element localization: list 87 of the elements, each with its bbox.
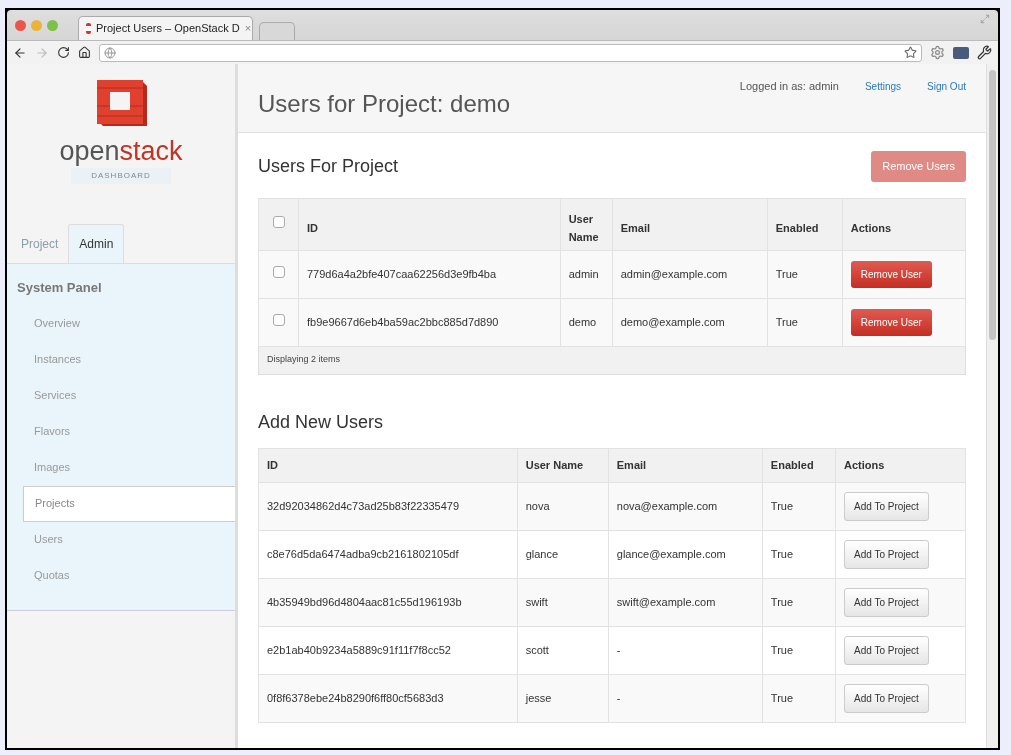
table-cell: demo@example.com <box>612 298 768 346</box>
sidebar-item[interactable]: Projects <box>23 485 235 522</box>
remove-user-button[interactable]: Remove User <box>850 260 932 288</box>
header-link[interactable]: Sign Out <box>927 78 966 94</box>
add-to-project-button[interactable]: Add To Project <box>844 587 929 617</box>
table-cell: - <box>608 674 763 722</box>
table-cell: True <box>762 674 836 722</box>
sidebar-item[interactable]: Instances <box>7 341 235 378</box>
table-cell: True <box>762 578 836 626</box>
tab-close-button[interactable]: × <box>244 20 252 37</box>
add-to-project-button[interactable]: Add To Project <box>844 491 929 521</box>
forward-icon[interactable] <box>35 45 49 60</box>
favicon-icon <box>86 23 91 34</box>
table-cell: swift@example.com <box>608 578 763 626</box>
table-cell: True <box>762 482 836 530</box>
sidebar-tab[interactable]: Admin <box>68 224 125 263</box>
section-title: Users For Project <box>258 154 399 178</box>
star-icon[interactable] <box>904 46 917 59</box>
add-to-project-button[interactable]: Add To Project <box>844 635 929 665</box>
logged-in-label: Logged in as: admin <box>739 79 839 94</box>
sidebar-item[interactable]: Users <box>7 521 235 558</box>
table-cell: nova@example.com <box>608 482 763 530</box>
remove-user-button[interactable]: Remove User <box>850 308 932 336</box>
table-cell: jesse <box>517 674 609 722</box>
sidebar-item[interactable]: Overview <box>7 305 235 342</box>
table-cell: swift <box>517 578 609 626</box>
table-cell: admin <box>560 250 613 298</box>
header-link[interactable]: Settings <box>864 78 902 94</box>
column-header: Enabled <box>762 448 836 482</box>
table-cell: admin@example.com <box>612 250 768 298</box>
column-header: Email <box>608 448 763 482</box>
reload-icon[interactable] <box>57 46 70 59</box>
page-title: Users for Project: demo <box>258 89 511 119</box>
checkbox[interactable] <box>272 313 285 326</box>
panel-title: System Panel <box>16 279 103 297</box>
table-cell: c8e76d5da6474adba9cb2161802105df <box>258 530 518 578</box>
sidebar-tab[interactable]: Project <box>11 225 69 263</box>
minimize-window-button[interactable] <box>31 19 42 31</box>
logo-subtitle: DASHBOARD <box>71 168 171 184</box>
add-to-project-button[interactable]: Add To Project <box>844 683 929 713</box>
zoom-window-button[interactable] <box>47 19 58 31</box>
sidebar-item[interactable]: Quotas <box>7 557 235 594</box>
table-cell: nova <box>517 482 609 530</box>
column-header: User Name <box>517 448 609 482</box>
sidebar-item[interactable]: Flavors <box>7 413 235 450</box>
table-footer: Displaying 2 items <box>258 346 966 374</box>
table-cell: glance@example.com <box>608 530 763 578</box>
close-window-button[interactable] <box>15 19 26 31</box>
sidebar-item[interactable]: Images <box>7 449 235 486</box>
home-icon[interactable] <box>78 46 91 59</box>
add-to-project-button[interactable]: Add To Project <box>844 539 929 569</box>
table-cell: fb9e9667d6eb4ba59ac2bbc885d7d890 <box>298 298 561 346</box>
column-header: ID <box>298 198 561 250</box>
wrench-icon[interactable] <box>977 45 992 60</box>
column-header: User Name <box>560 198 613 250</box>
column-header: Actions <box>835 448 966 482</box>
new-tab-button[interactable] <box>259 22 295 40</box>
table-cell: glance <box>517 530 609 578</box>
checkbox[interactable] <box>272 265 285 278</box>
table-cell: 0f8f6378ebe24b8290f6ff80cf5683d3 <box>258 674 518 722</box>
browser-tab[interactable]: Project Users – OpenStack D × <box>78 16 253 40</box>
column-header: Actions <box>842 198 966 250</box>
table-cell: 32d92034862d4c73ad25b83f22335479 <box>258 482 518 530</box>
table-cell: - <box>608 626 763 674</box>
table-cell: True <box>762 626 836 674</box>
logo-wordmark: openstack <box>59 136 183 166</box>
checkbox[interactable] <box>272 215 285 228</box>
camera-icon[interactable] <box>953 46 969 59</box>
back-icon[interactable] <box>13 45 27 60</box>
tab-title: Project Users – OpenStack D <box>96 21 240 37</box>
column-header: Email <box>612 198 768 250</box>
table-cell: 4b35949bd96d4804aac81c55d196193b <box>258 578 518 626</box>
column-header: Enabled <box>767 198 843 250</box>
section-title: Add New Users <box>258 410 385 434</box>
table-cell: True <box>767 250 843 298</box>
globe-icon <box>104 46 116 59</box>
table-cell: True <box>767 298 843 346</box>
table-cell: 779d6a4a2bfe407caa62256d3e9fb4ba <box>298 250 561 298</box>
scrollbar[interactable] <box>986 64 998 748</box>
sidebar-item[interactable]: Services <box>7 377 235 414</box>
table-cell: True <box>762 530 836 578</box>
table-cell: demo <box>560 298 613 346</box>
column-header: ID <box>258 448 518 482</box>
table-cell: e2b1ab40b9234a5889c91f11f7f8cc52 <box>258 626 518 674</box>
table-cell: scott <box>517 626 609 674</box>
fullscreen-icon[interactable] <box>980 14 990 24</box>
gear-icon[interactable] <box>930 45 945 60</box>
